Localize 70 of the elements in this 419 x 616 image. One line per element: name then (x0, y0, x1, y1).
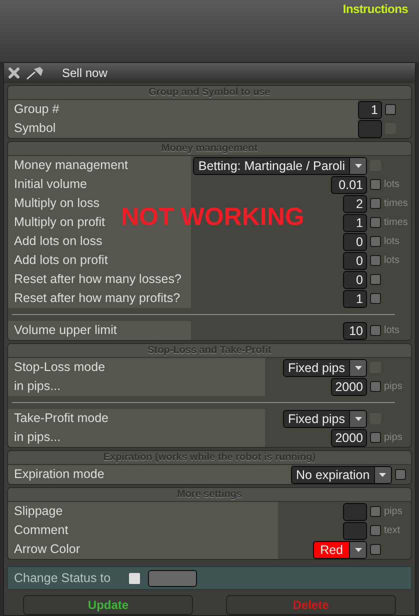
setting-label: Reset after how many losses? (8, 270, 191, 289)
checkbox[interactable] (370, 179, 381, 190)
unit-label: pips (383, 432, 404, 443)
input-field[interactable]: 0 (343, 252, 367, 270)
input-field[interactable] (343, 522, 367, 540)
setting-label: Comment (8, 521, 278, 540)
setting-label: Symbol (8, 119, 358, 138)
setting-label: Arrow Color (8, 540, 278, 559)
checkbox[interactable] (370, 432, 381, 443)
unit-label: lots (383, 179, 401, 190)
status-field[interactable] (148, 570, 197, 586)
setting-label: Add lots on loss (8, 232, 191, 251)
unit-label: pips (383, 506, 404, 517)
setting-label: Money management (8, 156, 191, 175)
input-field[interactable]: 0 (343, 270, 367, 288)
checkbox[interactable] (128, 572, 140, 584)
setting-label: Group # (8, 100, 358, 119)
checkbox[interactable] (370, 217, 381, 228)
caret-icon (354, 416, 362, 420)
dialog-title: Sell now (62, 66, 108, 80)
input-field[interactable]: 1 (343, 290, 367, 308)
caret-icon (354, 366, 362, 370)
setting-label: in pips... (8, 428, 265, 447)
input-field[interactable]: 10 (343, 322, 367, 340)
checkbox[interactable] (370, 236, 381, 247)
setting-label: Add lots on profit (8, 251, 191, 270)
checkbox[interactable] (370, 293, 381, 304)
update-button[interactable]: Update (23, 595, 194, 615)
setting-label: Reset after how many profits? (8, 289, 191, 308)
unit-label: lots (383, 325, 401, 336)
checkbox[interactable] (394, 469, 406, 480)
checkbox[interactable] (370, 525, 381, 536)
instructions-link[interactable]: Instructions (342, 2, 408, 16)
input-field[interactable]: 0.01 (331, 176, 367, 194)
caret-icon (354, 548, 362, 552)
input-field[interactable]: 1 (358, 100, 382, 118)
unit-label: pips (383, 381, 404, 392)
setting-label: Volume upper limit (8, 321, 191, 340)
checkbox[interactable] (385, 104, 396, 115)
input-field[interactable]: 0 (343, 232, 367, 250)
checkbox[interactable] (370, 325, 381, 336)
input-field[interactable]: 1 (343, 214, 367, 232)
pin-icon[interactable] (26, 66, 44, 80)
setting-label: Initial volume (8, 175, 191, 194)
setting-label: Expiration mode (8, 465, 291, 484)
setting-label: Stop-Loss mode (8, 358, 265, 377)
checkbox[interactable] (370, 198, 381, 209)
unit-label: times (383, 198, 409, 209)
input-field[interactable] (343, 502, 367, 520)
unit-label: lots (383, 236, 401, 247)
input-field[interactable] (358, 120, 382, 138)
checkbox[interactable] (370, 381, 381, 392)
checkbox[interactable] (370, 255, 381, 266)
input-field[interactable]: 2000 (331, 378, 367, 396)
setting-label: Take-Profit mode (8, 409, 265, 428)
checkbox[interactable] (370, 506, 381, 517)
checkbox[interactable] (370, 274, 381, 285)
setting-label: Slippage (8, 502, 278, 521)
input-field[interactable]: 2 (343, 194, 367, 212)
setting-label: in pips... (8, 377, 265, 396)
caret-icon (354, 164, 362, 168)
unit-label: text (383, 525, 402, 536)
caret-icon (379, 472, 386, 476)
unit-label: lots (383, 255, 401, 266)
dropdown[interactable]: No expiration (291, 466, 392, 484)
status-label: Change Status to (14, 571, 111, 585)
checkbox[interactable] (370, 544, 381, 555)
unit-label: times (383, 217, 409, 228)
input-field[interactable]: 2000 (331, 428, 367, 446)
close-icon[interactable] (8, 67, 20, 79)
